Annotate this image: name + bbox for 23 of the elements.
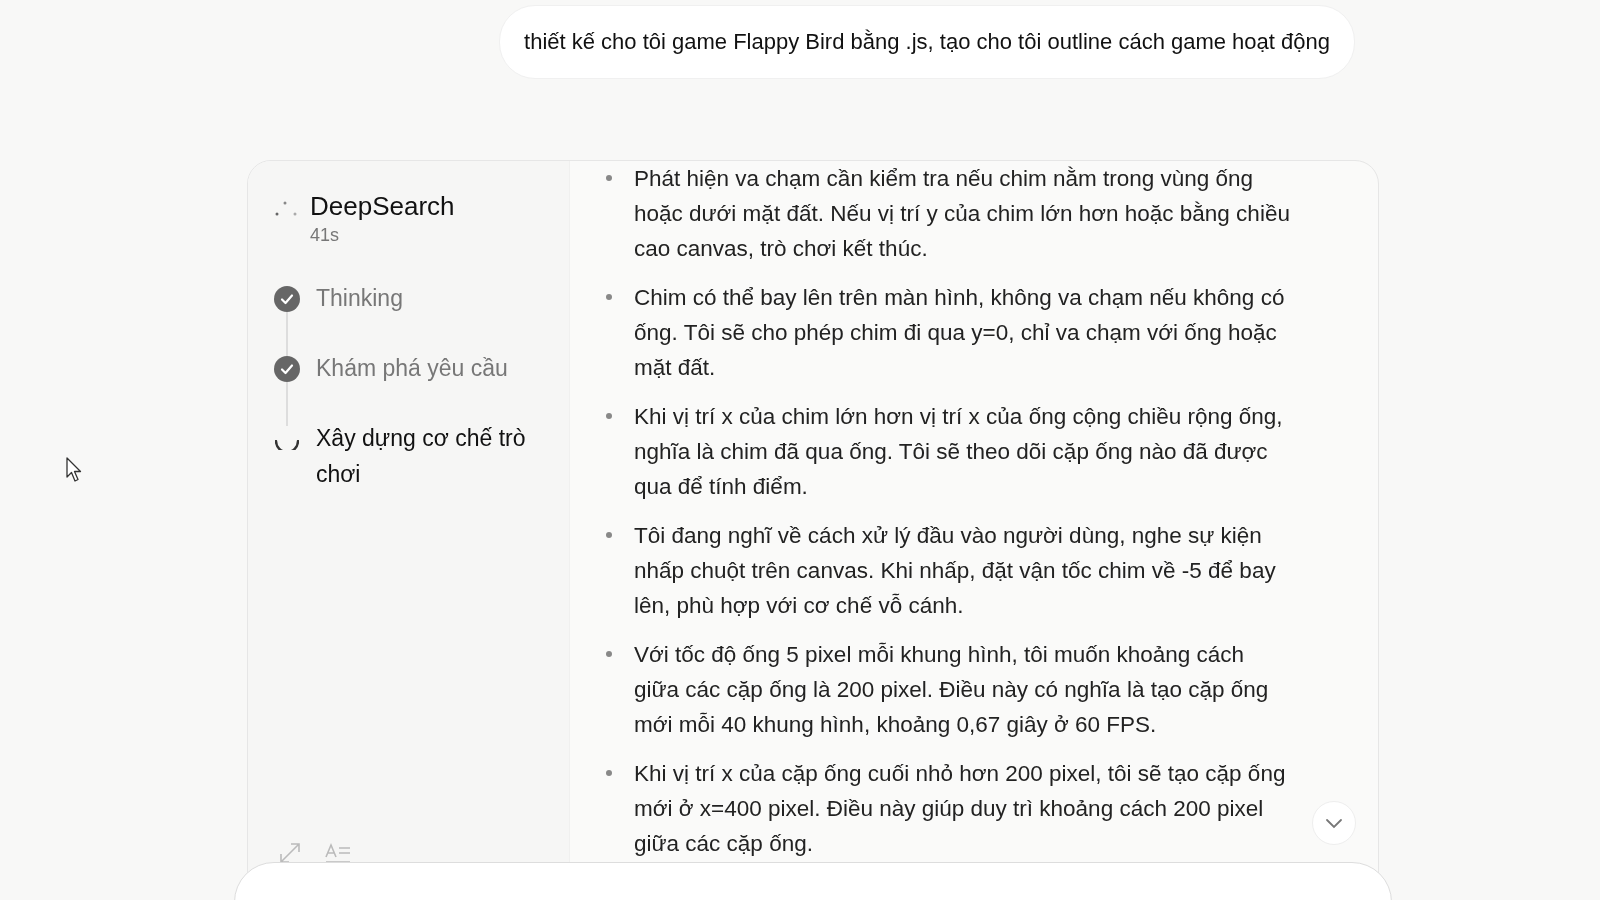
bullet-icon [606,532,612,538]
step-label: Khám phá yêu cầu [316,354,509,383]
bullet-text: Khi vị trí x của cặp ống cuối nhỏ hơn 200 pixel, tôi sẽ tạo cặp ống mới ở x=400 pixel. Điều này giúp duy trì khoảng cách 200 pixel giữa các cặp ống. [634,760,1287,858]
bullet-text: Phát hiện va chạm cần kiểm tra nếu chim nằm trong vùng ống hoặc dưới mặt đất. Nếu vị trí y của chim lớn hơn hoặc bằng chiều cao canvas, trò chơi kết thúc. [634,165,1290,263]
bullet-icon [606,413,612,419]
bullet-text: Tôi đang nghĩ về cách xử lý đầu vào người dùng, nghe sự kiện nhấp chuột trên canvas. Khi nhấp, đặt vận tốc chim về -5 để bay lên, phù hợp với cơ chế vỗ cánh. [634,522,1277,620]
bullet-icon [606,651,612,657]
bullet-text: Với tốc độ ống 5 pixel mỗi khung hình, tôi muốn khoảng cách giữa các cặp ống là 200 pixel. Điều này có nghĩa là tạo cặp ống mới mỗi 40 khung hình, khoảng 0,67 giây ở 60 FPS. [634,641,1270,739]
bullet-icon [606,294,612,300]
user-message: thiết kế cho tôi game Flappy Bird bằng .js, tạo cho tôi outline cách game hoạt động [499,5,1355,79]
scroll-down-button[interactable] [1312,801,1356,845]
chevron-down-icon [1325,817,1343,829]
step-label: Thinking [316,284,404,313]
step-label: Xây dựng cơ chế trò chơi [316,424,527,489]
elapsed-time: 41s [310,225,341,246]
expand-icon[interactable] [278,841,302,865]
text-format-icon[interactable] [324,842,352,864]
bullet-text: Khi vị trí x của chim lớn hơn vị trí x của ống cộng chiều rộng ống, nghĩa là chim đã qua ống. Tôi sẽ theo dõi cặp ống nào đã được qua để tính điểm. [634,403,1284,501]
panel-title: DeepSearch [310,191,455,221]
bullet-text: Chim có thể bay lên trên màn hình, không va chạm nếu không có ống. Tôi sẽ cho phép chim đi qua y=0, chỉ va chạm với ống hoặc mặt đất. [634,284,1286,382]
bullet-icon [606,175,612,181]
bullet-icon [606,770,612,776]
mouse-pointer-icon [66,457,82,483]
